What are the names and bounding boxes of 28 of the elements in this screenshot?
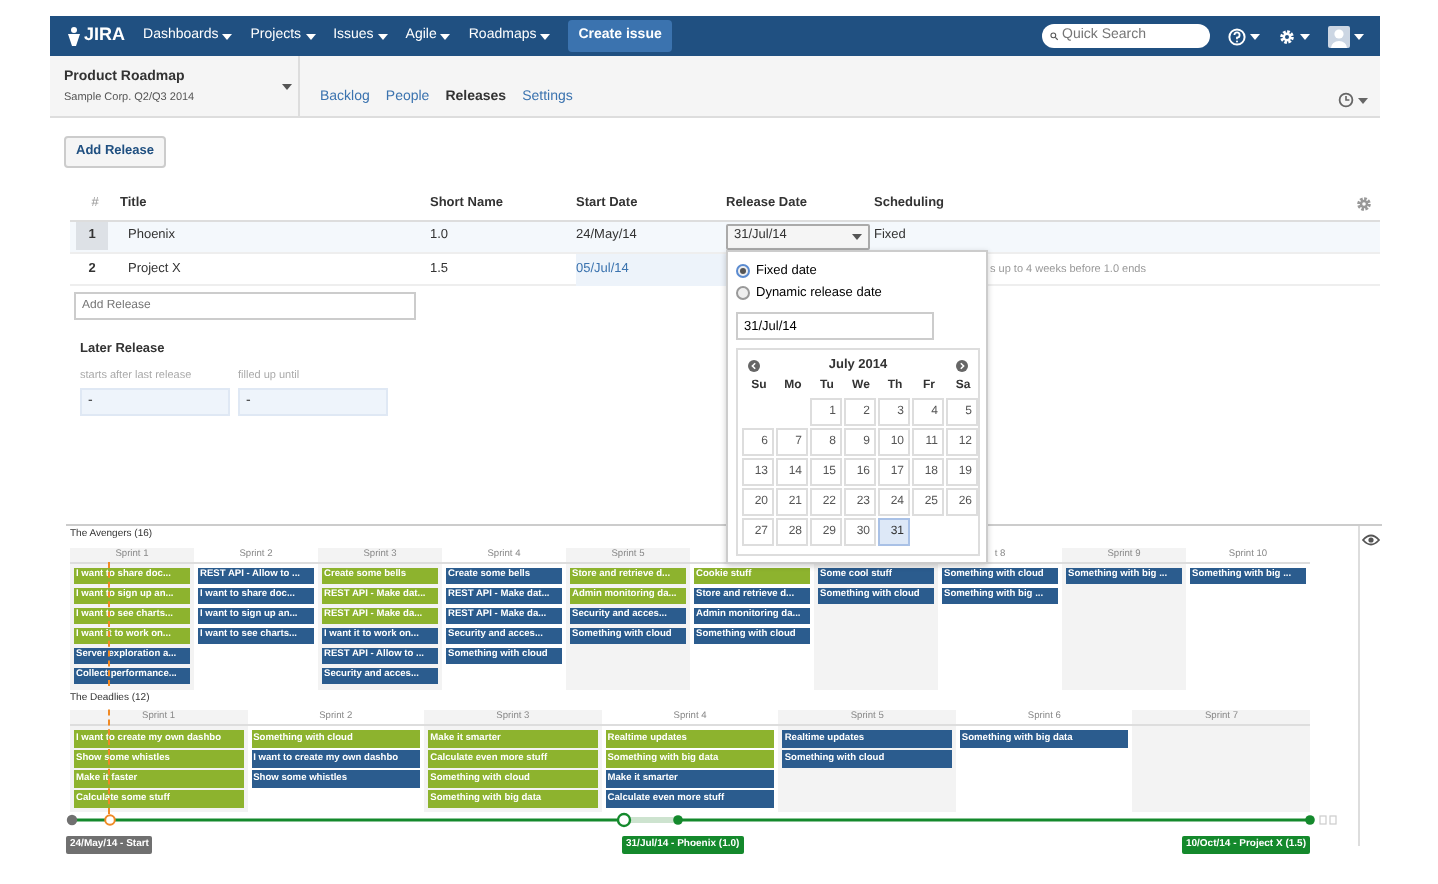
logo[interactable]: JIRA — [66, 22, 126, 50]
caret-icon — [1358, 97, 1368, 103]
settings-icon — [1278, 27, 1296, 45]
logo-icon — [66, 26, 82, 46]
previous-month-icon[interactable] — [748, 360, 760, 372]
search-icon — [1050, 30, 1058, 42]
avatar-icon — [1328, 25, 1350, 47]
caret-icon — [1354, 33, 1364, 39]
caret-icon — [282, 83, 292, 90]
radio-button[interactable] — [736, 286, 750, 300]
settings-icon[interactable] — [1356, 196, 1372, 213]
caret-icon — [1300, 33, 1310, 39]
caret-icon — [377, 33, 388, 39]
radio-button[interactable] — [736, 264, 750, 278]
caret-icon — [222, 33, 233, 39]
help-icon — [1228, 27, 1246, 45]
eye-icon[interactable] — [1362, 534, 1380, 546]
caret-icon — [540, 33, 551, 39]
user-menu[interactable] — [1328, 25, 1364, 47]
caret-icon — [440, 33, 451, 39]
clock-icon — [1338, 92, 1354, 108]
caret-icon — [852, 233, 862, 240]
caret-icon — [305, 33, 316, 39]
next-month-icon[interactable] — [956, 360, 968, 372]
help-menu[interactable] — [1228, 27, 1260, 45]
view-menu[interactable] — [1338, 92, 1368, 108]
caret-icon — [1250, 33, 1260, 39]
settings-menu[interactable] — [1278, 27, 1310, 45]
